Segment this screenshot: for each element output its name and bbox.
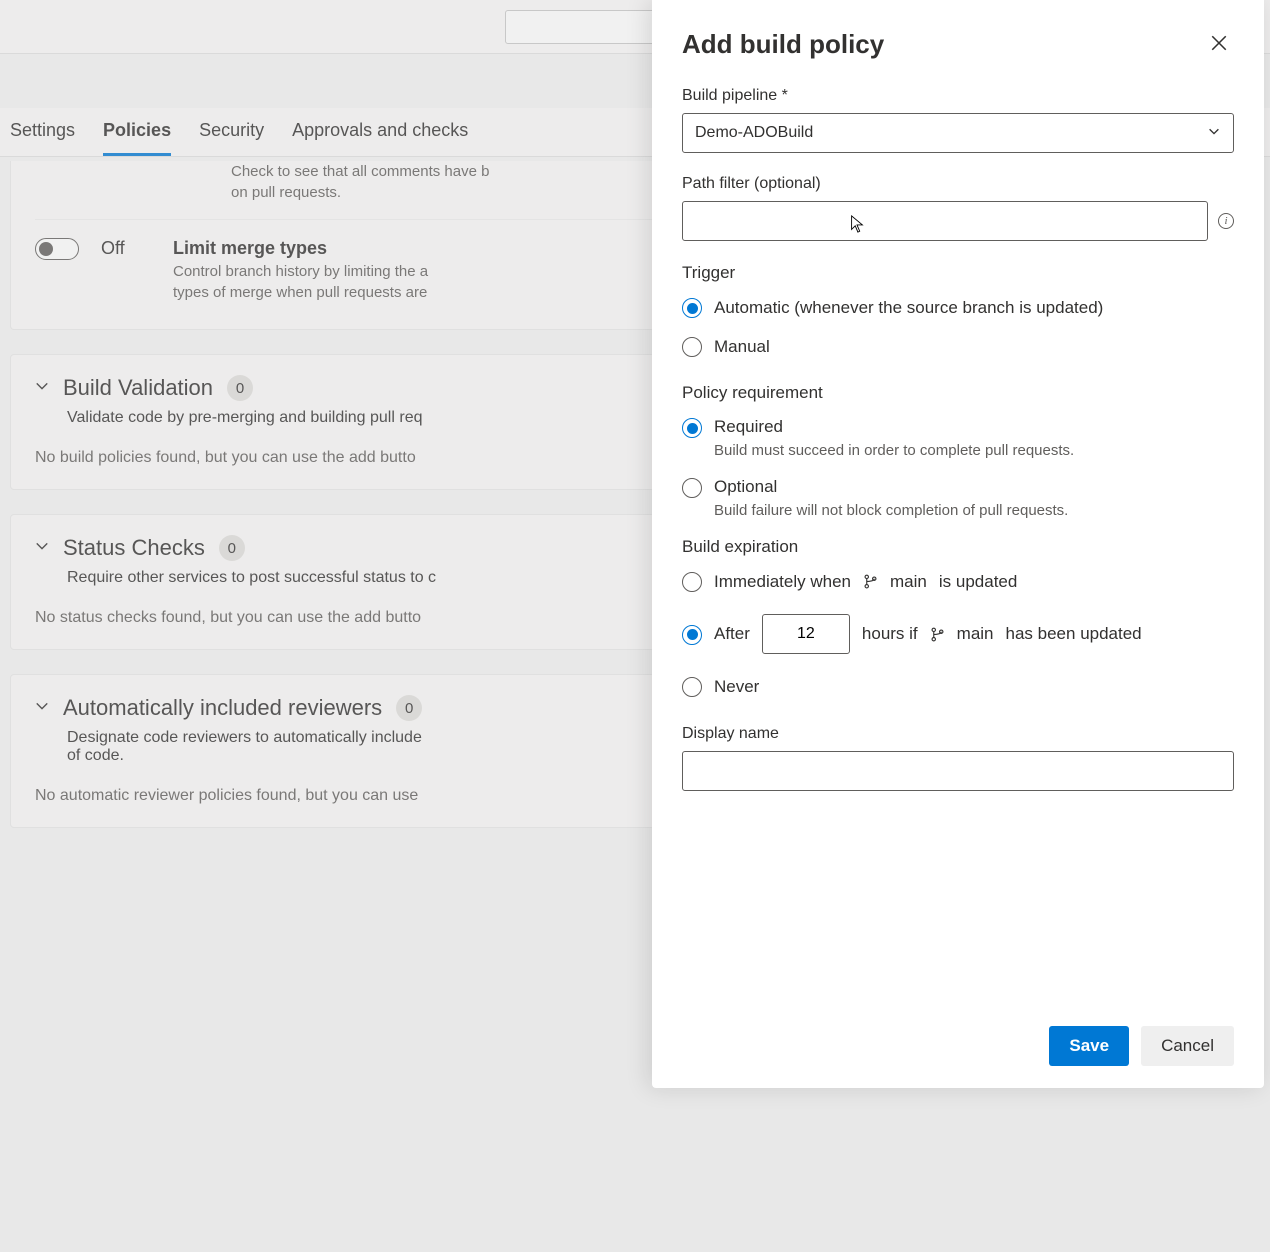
display-name-label: Display name [682,725,1234,743]
radio-requirement-required[interactable] [682,418,702,438]
radio-description: Build must succeed in order to complete … [714,442,1234,459]
add-build-policy-panel: Add build policy Build pipeline * Demo-A… [652,0,1264,1088]
radio-requirement-optional[interactable] [682,478,702,498]
path-filter-label: Path filter (optional) [682,175,1234,193]
radio-label: Optional [714,477,777,497]
count-badge: 0 [396,695,422,721]
radio-trigger-manual[interactable] [682,337,702,357]
expiration-heading: Build expiration [682,537,1234,557]
policy-desc-line: types of merge when pull requests are [173,284,427,301]
info-icon[interactable]: i [1218,213,1234,229]
radio-expiration-immediately[interactable] [682,572,702,592]
policy-desc-line: Check to see that all comments have b [231,163,489,180]
radio-label: Automatic (whenever the source branch is… [714,298,1103,318]
radio-trigger-automatic[interactable] [682,298,702,318]
close-button[interactable] [1204,28,1234,61]
policy-desc-line: on pull requests. [231,184,341,201]
path-filter-input[interactable] [682,201,1208,241]
toggle-state-label: Off [101,238,151,259]
chevron-down-icon[interactable] [35,539,49,553]
branch-icon [863,574,878,589]
requirement-heading: Policy requirement [682,383,1234,403]
section-title: Automatically included reviewers [63,695,382,721]
trigger-heading: Trigger [682,263,1234,283]
panel-title: Add build policy [682,29,884,60]
radio-expiration-after[interactable] [682,625,702,645]
branch-name: main [957,624,994,644]
section-title: Status Checks [63,535,205,561]
pipeline-selected-value: Demo-ADOBuild [695,124,813,142]
radio-description: Build failure will not block completion … [714,502,1234,519]
radio-label-suffix: has been updated [1006,624,1142,644]
pipeline-label: Build pipeline * [682,87,1234,105]
branch-name: main [890,572,927,592]
chevron-down-icon [1207,124,1221,143]
pipeline-select[interactable]: Demo-ADOBuild [682,113,1234,153]
branch-icon [930,627,945,642]
cancel-button[interactable]: Cancel [1141,1026,1234,1066]
radio-label-suffix: is updated [939,572,1017,592]
toggle-limit-merge[interactable] [35,238,79,260]
tab-approvals[interactable]: Approvals and checks [292,120,468,156]
policy-desc-line: Control branch history by limiting the a [173,263,428,280]
radio-label: After [714,624,750,644]
count-badge: 0 [219,535,245,561]
save-button[interactable]: Save [1049,1026,1129,1066]
policy-title: Limit merge types [173,238,428,259]
section-title: Build Validation [63,375,213,401]
hours-input[interactable] [762,614,850,654]
radio-label-mid: hours if [862,624,918,644]
radio-label: Manual [714,337,770,357]
display-name-input[interactable] [682,751,1234,791]
chevron-down-icon[interactable] [35,699,49,713]
radio-label: Never [714,677,759,697]
tab-settings[interactable]: Settings [10,120,75,156]
count-badge: 0 [227,375,253,401]
radio-label: Immediately when [714,572,851,592]
chevron-down-icon[interactable] [35,379,49,393]
tab-security[interactable]: Security [199,120,264,156]
tab-policies[interactable]: Policies [103,120,171,156]
radio-label: Required [714,417,783,437]
radio-expiration-never[interactable] [682,677,702,697]
